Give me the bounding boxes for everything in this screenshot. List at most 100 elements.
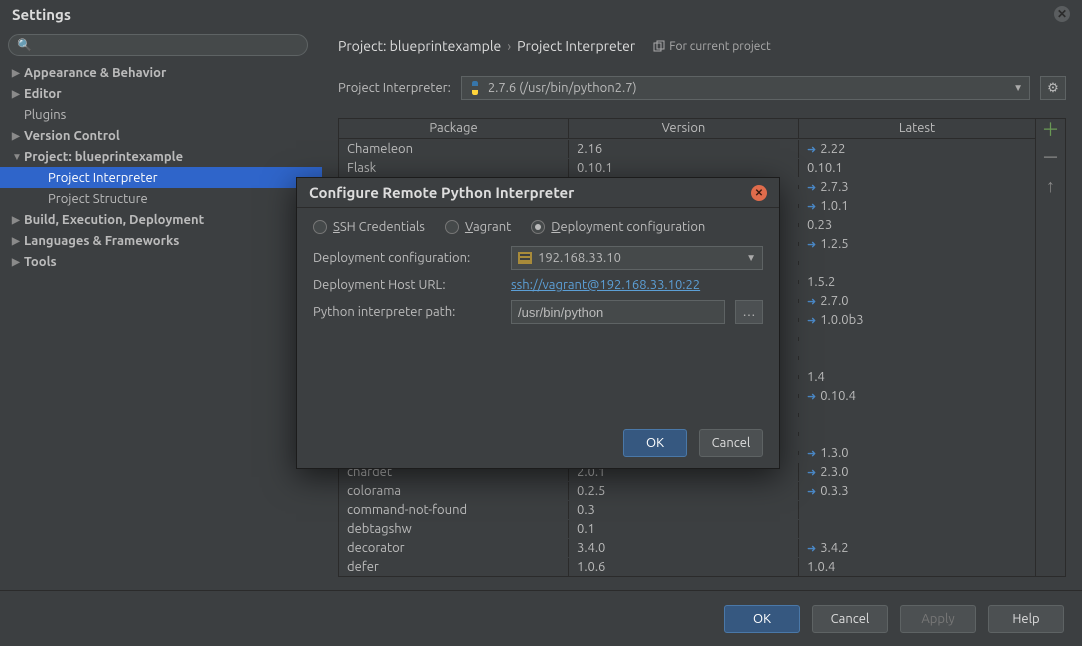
dialog-ok-button[interactable]: OK xyxy=(623,429,687,457)
titlebar: Settings ✕ xyxy=(0,0,1082,28)
breadcrumb-project: Project: blueprintexample xyxy=(338,38,501,54)
chevron-down-icon[interactable]: ▼ xyxy=(1013,82,1023,94)
deployment-config-radio[interactable]: Deployment configuration xyxy=(531,220,705,234)
cell-latest: 1.4 xyxy=(799,368,1035,386)
col-header-version[interactable]: Version xyxy=(569,119,799,138)
sidebar-item-label: Build, Execution, Deployment xyxy=(24,213,204,227)
cell-package: command-not-found xyxy=(339,501,569,519)
sidebar: 🔍 ▶Appearance & Behavior▶Editor Plugins ▶V… xyxy=(0,28,322,590)
help-button[interactable]: Help xyxy=(988,605,1064,633)
tree-arrow-icon: ▶ xyxy=(12,67,24,79)
table-row[interactable]: decorator3.4.0➜3.4.2 xyxy=(339,538,1035,557)
python-icon xyxy=(468,81,482,95)
sidebar-item-label: Plugins xyxy=(24,108,66,122)
cell-version: 0.10.1 xyxy=(569,159,799,177)
sidebar-item[interactable]: ▶Tools xyxy=(8,251,314,272)
search-icon: 🔍 xyxy=(17,38,32,52)
cell-latest: 0.10.1 xyxy=(799,159,1035,177)
apply-button[interactable]: Apply xyxy=(900,605,976,633)
upgrade-available-icon: ➜ xyxy=(807,486,816,498)
breadcrumb-page: Project Interpreter xyxy=(517,38,635,54)
vagrant-radio-label: Vagrant xyxy=(465,220,511,234)
cell-latest: ➜3.4.2 xyxy=(799,539,1035,557)
sidebar-item-label: Project Structure xyxy=(48,192,148,206)
close-icon[interactable]: ✕ xyxy=(1054,6,1070,22)
cell-version: 0.2.5 xyxy=(569,482,799,500)
remove-package-icon[interactable]: － xyxy=(1042,149,1060,167)
upgrade-package-icon[interactable]: ↑ xyxy=(1046,177,1055,195)
sidebar-item[interactable]: Project Structure xyxy=(8,188,314,209)
sidebar-item[interactable]: Project Interpreter xyxy=(0,167,322,188)
table-row[interactable]: colorama0.2.5➜0.3.3 xyxy=(339,481,1035,500)
sidebar-item[interactable]: Plugins xyxy=(8,104,314,125)
dialog-title: Configure Remote Python Interpreter xyxy=(309,184,574,201)
cell-version: 0.3 xyxy=(569,501,799,519)
table-row[interactable]: Flask0.10.10.10.1 xyxy=(339,158,1035,177)
dialog-close-icon[interactable]: ✕ xyxy=(751,185,767,201)
dialog-cancel-button[interactable]: Cancel xyxy=(699,429,763,457)
col-header-package[interactable]: Package xyxy=(339,119,569,138)
window-title: Settings xyxy=(12,6,71,23)
cell-latest: ➜0.10.4 xyxy=(799,387,1035,405)
table-side-buttons: ＋ － ↑ xyxy=(1036,118,1066,577)
chevron-down-icon[interactable]: ▼ xyxy=(746,252,756,264)
upgrade-available-icon: ➜ xyxy=(807,467,816,479)
deployment-config-label: Deployment configuration: xyxy=(313,251,501,265)
interpreter-value: 2.7.6 (/usr/bin/python2.7) xyxy=(488,81,637,95)
interpreter-select[interactable]: 2.7.6 (/usr/bin/python2.7) ▼ xyxy=(461,76,1030,100)
upgrade-available-icon: ➜ xyxy=(807,391,816,403)
sidebar-item[interactable]: ▶Version Control xyxy=(8,125,314,146)
tree-arrow-icon: ▶ xyxy=(12,214,24,226)
vagrant-radio[interactable]: Vagrant xyxy=(445,220,511,234)
interpreter-path-field[interactable] xyxy=(518,305,718,320)
cell-latest: ➜1.0.1 xyxy=(799,197,1035,215)
cell-latest: ➜1.2.5 xyxy=(799,235,1035,253)
deployment-config-select[interactable]: 192.168.33.10 ▼ xyxy=(511,246,763,270)
cell-package: decorator xyxy=(339,539,569,557)
ssh-radio-label: SSH Credentials xyxy=(333,220,425,234)
cell-latest: ➜2.7.3 xyxy=(799,178,1035,196)
project-scope-icon xyxy=(653,40,665,52)
table-row[interactable]: debtagshw0.1 xyxy=(339,519,1035,538)
cell-latest: ➜2.22 xyxy=(799,140,1035,158)
ssh-credentials-radio[interactable]: SSH Credentials xyxy=(313,220,425,234)
upgrade-available-icon: ➜ xyxy=(807,201,816,213)
tree-arrow-icon: ▶ xyxy=(12,130,24,142)
upgrade-available-icon: ➜ xyxy=(807,315,816,327)
ok-button[interactable]: OK xyxy=(724,605,800,633)
sidebar-item[interactable]: ▼Project: blueprintexample xyxy=(8,146,314,167)
cell-version: 2.16 xyxy=(569,140,799,158)
cell-version: 3.4.0 xyxy=(569,539,799,557)
cell-latest: ➜2.7.0 xyxy=(799,292,1035,310)
sidebar-item[interactable]: ▶Appearance & Behavior xyxy=(8,62,314,83)
cell-latest xyxy=(799,508,1035,512)
host-url-label: Deployment Host URL: xyxy=(313,278,501,292)
search-input-wrap[interactable]: 🔍 xyxy=(8,34,308,56)
table-row[interactable]: Chameleon2.16➜2.22 xyxy=(339,139,1035,158)
sidebar-item-label: Project Interpreter xyxy=(48,171,158,185)
interpreter-path-input[interactable] xyxy=(511,300,725,324)
cell-package: defer xyxy=(339,558,569,576)
cell-package: colorama xyxy=(339,482,569,500)
cell-latest xyxy=(799,432,1035,436)
table-row[interactable]: defer1.0.61.0.4 xyxy=(339,557,1035,576)
sidebar-item[interactable]: ▶Build, Execution, Deployment xyxy=(8,209,314,230)
sidebar-item[interactable]: ▶Languages & Frameworks xyxy=(8,230,314,251)
browse-path-button[interactable]: … xyxy=(735,300,763,324)
col-header-latest[interactable]: Latest xyxy=(799,119,1035,138)
cancel-button[interactable]: Cancel xyxy=(812,605,888,633)
search-input[interactable] xyxy=(38,38,299,52)
add-package-icon[interactable]: ＋ xyxy=(1042,121,1060,139)
host-url-link[interactable]: ssh://vagrant@192.168.33.10:22 xyxy=(511,278,700,292)
table-row[interactable]: command-not-found0.3 xyxy=(339,500,1035,519)
upgrade-available-icon: ➜ xyxy=(807,144,816,156)
configure-remote-interpreter-dialog: Configure Remote Python Interpreter ✕ SS… xyxy=(296,177,780,469)
sidebar-item-label: Tools xyxy=(24,255,57,269)
cell-latest: ➜1.0.0b3 xyxy=(799,311,1035,329)
sidebar-item[interactable]: ▶Editor xyxy=(8,83,314,104)
cell-latest: ➜0.3.3 xyxy=(799,482,1035,500)
sidebar-item-label: Languages & Frameworks xyxy=(24,234,179,248)
gear-icon[interactable]: ⚙ xyxy=(1040,76,1066,100)
cell-version: 1.0.6 xyxy=(569,558,799,576)
cell-package: Chameleon xyxy=(339,140,569,158)
